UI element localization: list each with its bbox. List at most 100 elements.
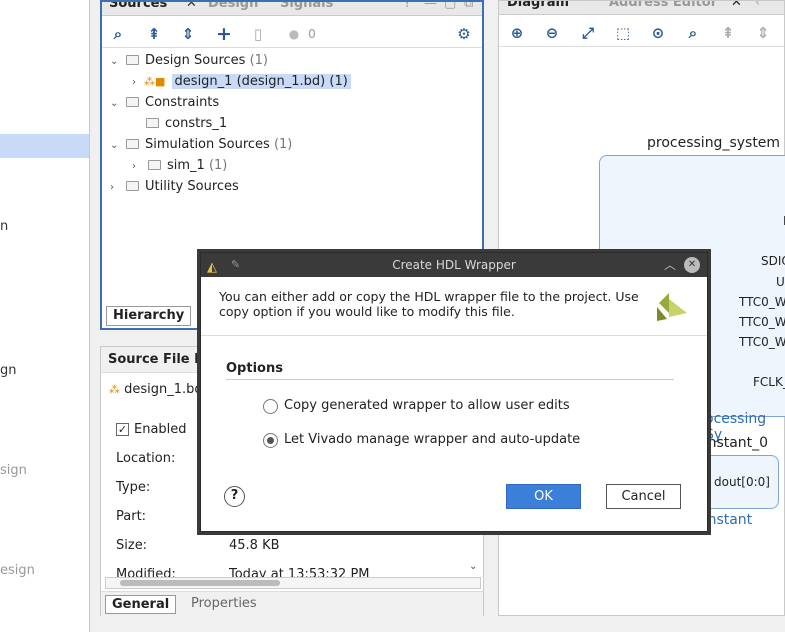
port-label: TTC0_W [739,335,785,349]
collapse-icon[interactable]: ⇞ [718,23,738,43]
chevron-down-icon[interactable]: ⌄ [110,94,122,114]
port-label: dout[0:0] [714,475,770,489]
collapse-all-icon[interactable]: ⇞ [144,24,164,44]
port-label: U [776,275,785,289]
dialog-titlebar[interactable]: ◭ ✎ Create HDL Wrapper ︿ ✕ [201,253,707,277]
sources-toolbar: ⌕ ⇞ ⇕ + ▯ ● 0 ⚙ [102,20,482,48]
sources-tab-bar: Sources ✕ Design Signals ? — ▢ ⧉ [102,2,482,16]
ok-button[interactable]: OK [506,484,581,509]
tab-hierarchy[interactable]: Hierarchy [106,306,191,326]
tab-sources[interactable]: Sources [109,2,167,11]
options-heading: Options [226,361,283,376]
zoom-out-icon[interactable]: ⊖ [542,23,562,43]
folder-icon [126,54,139,65]
property-label: Type: [116,480,151,495]
expand-icon[interactable]: ⇕ [753,23,773,43]
vivado-manage-label[interactable]: Let Vivado manage wrapper and auto-updat… [284,432,580,447]
horizontal-scrollbar[interactable] [105,577,481,589]
enabled-checkbox[interactable]: ✓ [116,423,129,436]
restore-icon[interactable]: ▢ [444,2,456,11]
tab-design[interactable]: Design [208,2,258,11]
tree-node-constraints[interactable]: ⌄ Constraints [110,93,219,113]
nav-fragment[interactable]: n [0,219,8,234]
vivado-logo [655,291,689,323]
constant-title: onstant_0 [699,435,769,451]
minimize-icon[interactable]: — [424,2,437,11]
diagram-tab-bar: Diagram Address Editor ✕ ‹ [499,1,784,15]
folder-icon [126,96,139,107]
modified-value: Today at 13:53:32 PM [229,567,370,577]
copy-wrapper-radio[interactable] [263,399,278,414]
properties-tab-bar: General Properties [101,591,483,616]
chevron-down-icon[interactable]: ⌄ [110,136,122,156]
folder-icon [148,159,161,170]
property-label: Part: [116,509,147,524]
chevron-right-icon[interactable]: › [132,73,144,93]
tree-node-design-1[interactable]: › ⁂■ design_1 (design_1.bd) (1) [132,72,351,92]
search-icon[interactable]: ⌕ [108,24,128,44]
tab-diagram[interactable]: Diagram [507,1,569,10]
constant-block[interactable]: dout[0:0] [697,455,779,509]
property-label: Modified: [116,567,176,577]
nav-fragment[interactable]: gn [0,363,17,378]
gear-icon[interactable]: ⚙ [454,24,474,44]
help-icon[interactable]: ? [224,486,245,507]
file-name-row: ⁂ design_1.bd [109,382,203,397]
tree-node-simulation-sources[interactable]: ⌄ Simulation Sources (1) [110,135,292,155]
add-sources-icon[interactable]: + [214,24,234,44]
tab-arrow-icon[interactable]: ‹ [755,1,760,10]
cancel-button[interactable]: Cancel [606,484,681,509]
port-label: SDIO [761,254,785,268]
vivado-manage-radio[interactable] [263,433,278,448]
scrollbar-thumb[interactable] [120,580,280,586]
property-label: Location: [116,451,176,466]
tree-node-sim-1[interactable]: › sim_1 (1) [132,156,227,176]
folder-icon [126,180,139,191]
file-props-icon[interactable]: ▯ [248,24,268,44]
tab-properties[interactable]: Properties [191,596,257,611]
search-icon[interactable]: ⌕ [683,23,703,43]
port-label: TTC0_W [739,295,785,309]
block-design-icon: ⁂ [109,383,120,396]
block-design-icon: ⁂■ [144,75,166,88]
scroll-down-icon[interactable]: ⌄ [469,561,477,572]
close-icon[interactable]: ✕ [731,1,742,10]
zoom-in-icon[interactable]: ⊕ [507,23,527,43]
port-label: TTC0_W [739,315,785,329]
folder-icon [126,138,139,149]
nav-fragment[interactable]: sign [0,463,27,478]
zoom-area-icon[interactable]: ⬚ [613,23,633,43]
dialog-description: You can either add or copy the HDL wrapp… [219,289,639,319]
create-hdl-wrapper-dialog: ◭ ✎ Create HDL Wrapper ︿ ✕ You can eithe… [200,252,708,532]
status-dot-icon: ● [288,27,300,41]
zoom-fit-icon[interactable]: ⤢ [578,23,598,43]
close-icon[interactable]: ✕ [186,2,197,11]
divider [226,379,674,380]
block-title: processing_system [647,135,781,151]
tree-node-design-sources[interactable]: ⌄ Design Sources (1) [110,51,268,71]
auto-connect-icon[interactable]: ⊙ [648,23,668,43]
vivado-logo-icon: ◭ [207,260,217,275]
tree-node-constrs-1[interactable]: constrs_1 [142,114,227,134]
enabled-row[interactable]: ✓ Enabled [116,422,187,437]
tab-signals[interactable]: Signals [280,2,333,11]
flow-navigator-selected-item[interactable] [0,134,89,158]
chevron-right-icon[interactable]: › [110,178,122,198]
nav-fragment[interactable]: esign [0,563,35,578]
float-icon[interactable]: ⧉ [464,2,473,11]
chevron-right-icon[interactable]: › [132,157,144,177]
chevron-down-icon[interactable]: ⌄ [110,52,122,72]
pin-icon[interactable]: ✎ [231,253,240,277]
help-icon[interactable]: ? [404,2,411,11]
tree-node-label: design_1 (design_1.bd) (1) [171,74,351,89]
close-icon[interactable]: ✕ [684,257,700,273]
port-label: FCLK_ [753,375,785,389]
copy-wrapper-label[interactable]: Copy generated wrapper to allow user edi… [284,398,570,413]
tab-general[interactable]: General [105,595,177,614]
tab-address-editor[interactable]: Address Editor [609,1,717,10]
tree-node-utility-sources[interactable]: › Utility Sources [110,177,239,197]
flow-navigator: n gn sign esign [0,0,90,632]
collapse-icon[interactable]: ︿ [664,253,676,277]
divider [201,335,707,336]
expand-all-icon[interactable]: ⇕ [178,24,198,44]
